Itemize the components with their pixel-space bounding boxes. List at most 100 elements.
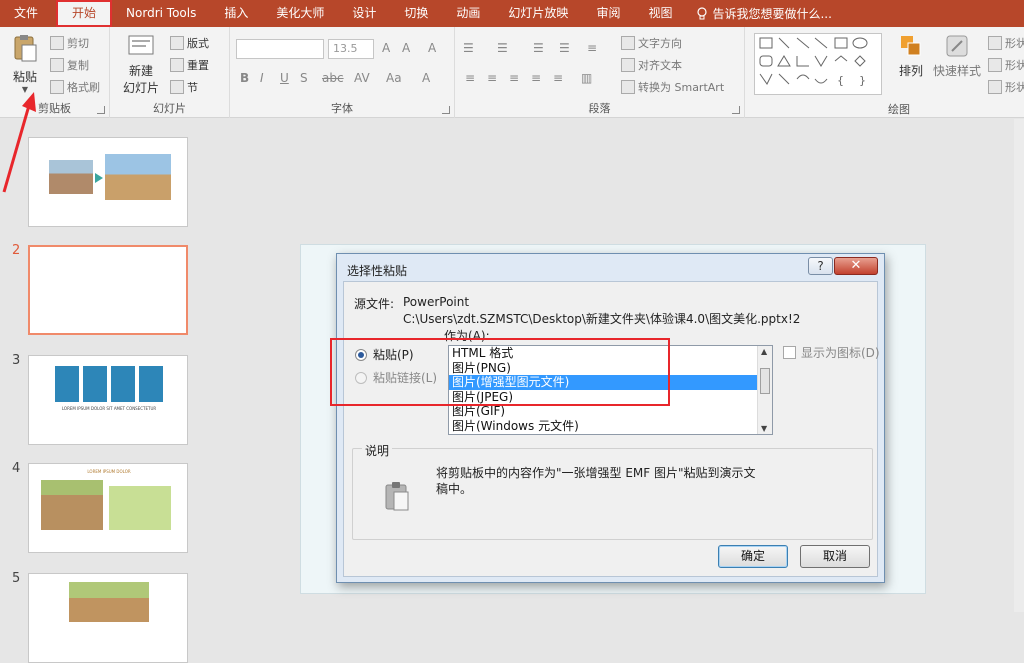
align-center-icon[interactable]: ≡ <box>487 71 497 85</box>
smartart-button[interactable]: 转换为 SmartArt <box>621 79 724 95</box>
format-painter-button[interactable]: 格式刷 <box>50 79 100 95</box>
paragraph-dialog-launcher-icon[interactable] <box>732 106 740 114</box>
slide-number: 5 <box>12 571 21 586</box>
new-slide-label-1: 新建 <box>128 64 153 78</box>
strikethrough-icon[interactable]: abc <box>322 71 344 85</box>
scroll-thumb[interactable] <box>760 368 770 394</box>
list-item[interactable]: 图片(Windows 元文件) <box>449 419 772 434</box>
scroll-down-icon[interactable]: ▼ <box>761 424 767 433</box>
slide-thumbnail-4[interactable]: LOREM IPSUM DOLOR <box>28 463 188 553</box>
slide-thumbnail-2[interactable] <box>28 245 188 335</box>
display-as-icon-checkbox[interactable] <box>783 346 796 359</box>
tab-animations[interactable]: 动画 <box>442 0 494 27</box>
underline-icon[interactable]: U <box>280 71 289 85</box>
thumb-image-building <box>49 160 93 194</box>
cut-button[interactable]: 剪切 <box>50 35 89 51</box>
section-button[interactable]: 节 <box>170 79 198 95</box>
close-button[interactable]: ✕ <box>834 257 878 275</box>
justify-icon[interactable]: ≡ <box>531 71 541 85</box>
shape-fill-label: 形状 <box>1005 37 1024 50</box>
align-right-icon[interactable]: ≡ <box>509 71 519 85</box>
smartart-icon <box>621 80 635 94</box>
font-dialog-launcher-icon[interactable] <box>442 106 450 114</box>
reset-button[interactable]: 重置 <box>170 57 209 73</box>
paragraph-group-label: 段落 <box>588 102 611 115</box>
decrease-indent-icon[interactable]: ☰ <box>533 41 544 55</box>
align-text-button[interactable]: 对齐文本 <box>621 57 682 73</box>
shape-outline-button[interactable]: 形状 <box>988 57 1024 73</box>
description-text-line-1: 将剪贴板中的内容作为"一张增强型 EMF 图片"粘贴到演示文 <box>436 466 756 480</box>
display-as-icon-label[interactable]: 显示为图标(D) <box>801 344 880 361</box>
copy-button[interactable]: 复制 <box>50 57 89 73</box>
vertical-scrollbar[interactable] <box>1014 119 1024 612</box>
shape-effects-button[interactable]: 形状 <box>988 79 1024 95</box>
font-size-dropdown[interactable]: 13.5 <box>328 39 374 59</box>
font-size-value: 13.5 <box>333 42 358 55</box>
tab-beautify[interactable]: 美化大师 <box>262 0 338 27</box>
tab-design[interactable]: 设计 <box>338 0 390 27</box>
numbering-icon[interactable]: ☰ <box>497 41 508 55</box>
increase-font-icon[interactable]: A <box>382 41 390 55</box>
font-color-icon[interactable]: A <box>422 71 430 85</box>
shapes-gallery[interactable]: {} <box>754 33 882 95</box>
char-spacing-icon[interactable]: AV <box>354 71 370 85</box>
thumb-text: LOREM IPSUM DOLOR SIT AMET CONSECTETUR <box>61 406 157 411</box>
shapes-gallery-icon: {} <box>759 37 868 87</box>
paste-button[interactable]: 粘贴 ▼ <box>8 33 42 94</box>
text-direction-button[interactable]: 文字方向 <box>621 35 682 51</box>
columns-icon[interactable]: ▥ <box>581 71 592 85</box>
paint-bucket-icon <box>988 36 1002 50</box>
tab-home[interactable]: 开始 <box>56 0 113 27</box>
align-text-icon <box>621 58 635 72</box>
new-slide-button[interactable]: 新建 幻灯片 <box>116 33 166 96</box>
clipboard-dialog-launcher-icon[interactable] <box>97 106 105 114</box>
layout-button[interactable]: 版式 <box>170 35 209 51</box>
shape-fill-button[interactable]: 形状 <box>988 35 1024 51</box>
font-name-dropdown[interactable] <box>236 39 324 59</box>
brush-icon <box>50 80 64 94</box>
layout-icon <box>170 36 184 50</box>
listbox-scrollbar[interactable]: ▲ ▼ <box>757 346 772 434</box>
svg-text:{: { <box>837 74 844 87</box>
tab-insert[interactable]: 插入 <box>210 0 262 27</box>
reset-icon <box>170 58 184 72</box>
clear-format-icon[interactable]: A <box>428 41 436 55</box>
slide-thumbnail-5[interactable] <box>28 573 188 663</box>
tab-slideshow[interactable]: 幻灯片放映 <box>494 0 582 27</box>
slide-thumbnail-1[interactable] <box>28 137 188 227</box>
source-app: PowerPoint <box>403 295 470 309</box>
ok-button[interactable]: 确定 <box>718 545 788 568</box>
arrange-button[interactable]: 排列 <box>894 33 928 79</box>
shadow-icon[interactable]: S <box>300 71 308 85</box>
list-item[interactable]: 图片(GIF) <box>449 404 772 419</box>
increase-indent-icon[interactable]: ☰ <box>559 41 570 55</box>
tab-review[interactable]: 审阅 <box>582 0 634 27</box>
italic-icon[interactable]: I <box>260 71 264 85</box>
layout-label: 版式 <box>187 37 209 50</box>
slide-number: 4 <box>12 461 21 476</box>
cancel-button[interactable]: 取消 <box>800 545 870 568</box>
align-text-label: 对齐文本 <box>638 59 682 72</box>
decrease-font-icon[interactable]: A <box>402 41 410 55</box>
paragraph-group: ☰ ☰ ☰ ☰ ≡ ≡ ≡ ≡ ≡ ≡ ▥ 文字方向 对齐文本 转换为 Smar… <box>455 27 745 118</box>
tab-nordri-tools[interactable]: Nordri Tools <box>112 0 210 27</box>
ribbon: 粘贴 ▼ 剪切 复制 格式刷 剪贴板 新建 幻灯片 版式 重置 节 幻灯片 13… <box>0 27 1024 118</box>
quick-styles-button[interactable]: 快速样式 <box>930 33 984 79</box>
tab-transitions[interactable]: 切换 <box>390 0 442 27</box>
distribute-icon[interactable]: ≡ <box>553 71 563 85</box>
bold-icon[interactable]: B <box>240 71 249 85</box>
change-case-icon[interactable]: Aa <box>386 71 402 85</box>
slide-thumbnail-3[interactable]: LOREM IPSUM DOLOR SIT AMET CONSECTETUR <box>28 355 188 445</box>
help-button[interactable]: ? <box>808 257 833 275</box>
tab-view[interactable]: 视图 <box>634 0 686 27</box>
align-left-icon[interactable]: ≡ <box>465 71 475 85</box>
tell-me-text: 告诉我您想要做什么... <box>712 7 832 21</box>
tab-file[interactable]: 文件 <box>0 0 52 27</box>
copy-icon <box>50 58 64 72</box>
bullets-icon[interactable]: ☰ <box>463 41 474 55</box>
scissors-icon <box>50 36 64 50</box>
tell-me-box[interactable]: 告诉我您想要做什么... <box>686 5 832 22</box>
scroll-up-icon[interactable]: ▲ <box>761 347 767 356</box>
description-label: 说明 <box>362 442 393 459</box>
line-spacing-icon[interactable]: ≡ <box>587 41 597 55</box>
